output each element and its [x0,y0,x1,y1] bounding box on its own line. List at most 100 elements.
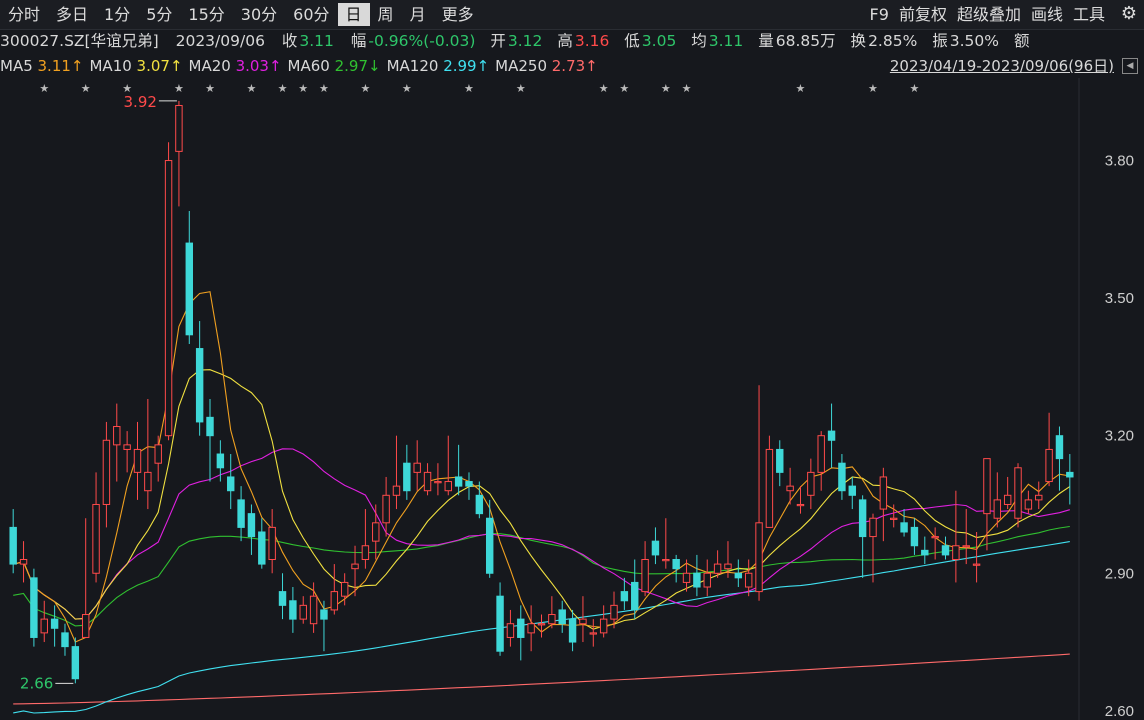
candle-body [568,618,577,643]
tool-button[interactable]: 前复权 [894,0,952,29]
period-tab[interactable]: 周 [370,0,402,29]
candle-body [765,448,774,528]
candle-body [485,517,494,574]
candle-body [465,481,473,487]
ma-name: MA10 [89,57,137,75]
avg-label: 均 [691,32,707,50]
candle-body [599,618,608,634]
candle-body [506,623,515,638]
star-marker-icon: ★ [174,82,184,95]
star-marker-icon: ★ [81,82,91,95]
candlestick-chart[interactable]: 3.803.503.202.902.60★ ★ ★ ★ ★ ★ ★ ★ ★ ★ ★ ★ ★ ★ ★ ★ ★ ★ ★ ★… [0,78,1144,720]
candle-body [682,572,691,583]
star-marker-icon: ★ [682,82,692,95]
ma-legend: MA5 3.11↑ MA10 3.07↑ MA20 3.03↑ MA60 2.97↓ M… [0,54,1144,78]
star-marker-icon: ★ [205,82,215,95]
candle-body [154,444,162,464]
period-tab[interactable]: 1分 [96,0,138,29]
period-tab[interactable]: 30分 [233,0,285,29]
candle-body [50,618,59,629]
close-value: 3.11 [299,32,334,50]
star-marker-icon: ★ [319,82,329,95]
candle-body [372,522,380,542]
amplitude-label: 振 [932,32,948,50]
tool-button[interactable]: F9 [865,0,894,29]
low-value: 3.05 [641,32,677,50]
candle-body [227,476,235,492]
candle-body [258,531,266,565]
period-tab[interactable]: 15分 [180,0,232,29]
candle-body [361,545,370,561]
candle-body [879,476,888,510]
candle-body [610,604,618,620]
period-tab[interactable]: 日 [337,3,370,26]
candle-body [693,572,701,588]
chevron-left-icon[interactable]: ◀ [1122,58,1138,74]
candle-body [309,595,318,625]
star-marker-icon: ★ [39,82,49,95]
candle-body [807,471,815,496]
max-price-label: 3.92 [124,93,157,111]
candle-body [921,549,929,556]
candle-body [392,485,401,496]
period-tab[interactable]: 分时 [0,0,48,29]
candle-body [579,618,587,625]
candle-body [92,503,100,574]
star-marker-icon: ★ [661,82,671,95]
period-tab[interactable]: 更多 [434,0,482,29]
candle-body [475,494,484,515]
high-value: 3.16 [574,32,610,50]
volume-label: 量 [758,32,774,50]
candle-body [1045,448,1053,483]
period-tab[interactable]: 5分 [138,0,180,29]
tool-button[interactable]: 画线 [1026,0,1068,29]
candle-body [413,462,421,473]
ma-value: 2.97↓ [334,57,381,75]
period-tab[interactable]: 多日 [48,0,96,29]
star-marker-icon: ★ [464,82,474,95]
ma-legend-item: MA20 3.03↑ [189,57,282,75]
candle-body [558,609,566,625]
y-tick-label: 2.90 [1105,565,1134,582]
candle-body [900,522,908,533]
candle-body [517,618,525,638]
change-label: 幅 [350,32,367,50]
tool-button[interactable]: 工具 [1068,0,1110,29]
candle-body [1035,494,1043,501]
y-tick-label: 3.80 [1105,153,1134,170]
candle-body [175,105,183,152]
candle-body [247,513,256,538]
candle-body [744,572,753,588]
candle-body [952,545,960,561]
change-value: -0.96%(-0.03) [368,32,476,50]
stock-code: 300027.SZ[华谊兄弟] [0,32,159,50]
candle-body [703,572,711,588]
volume-value: 68.85万 [775,32,836,50]
tool-button[interactable]: 超级叠加 [952,0,1026,29]
candle-body [827,430,836,441]
candle-body [289,600,297,620]
candle-body [123,444,131,450]
date-range[interactable]: 2023/04/19-2023/09/06(96日) [890,54,1114,78]
candle-body [527,623,535,634]
period-tab[interactable]: 60分 [285,0,337,29]
ma-legend-item: MA5 3.11↑ [0,57,83,75]
candle-body [195,348,204,423]
candle-body [185,242,193,336]
ma-name: MA5 [0,57,38,75]
period-tab[interactable]: 月 [402,0,434,29]
star-marker-icon: ★ [278,82,288,95]
candle-body [81,614,90,638]
close-label: 收 [281,32,298,50]
candle-body [320,609,328,620]
candle-body [206,416,214,437]
ma-legend-items: MA5 3.11↑ MA10 3.07↑ MA20 3.03↑ MA60 2.97↓ M… [0,57,604,75]
candle-body [102,439,111,505]
ma-legend-item: MA120 2.99↑ [387,57,490,75]
gear-icon[interactable]: ⚙ [1118,3,1140,25]
candle-body [858,499,867,538]
low-label: 低 [624,32,640,50]
candle-body [548,614,556,625]
ma-legend-item: MA60 2.97↓ [288,57,381,75]
ma250-line [13,653,1070,705]
